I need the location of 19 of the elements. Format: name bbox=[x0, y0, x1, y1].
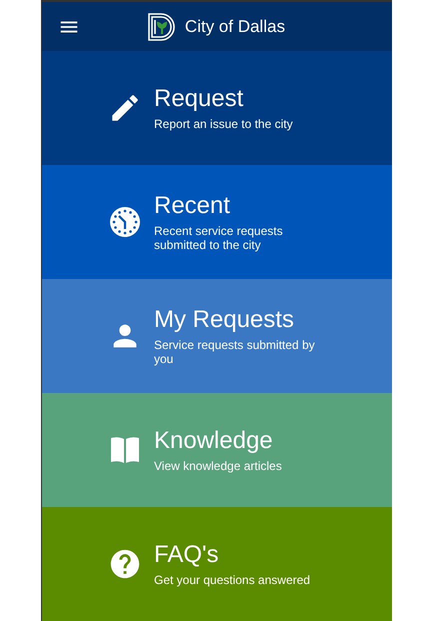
tile-title: My Requests bbox=[154, 306, 296, 334]
menu-tile[interactable]: My Requests Service requests submitted by you bbox=[42, 279, 392, 393]
tile-subtitle: Get your questions answered bbox=[154, 573, 312, 587]
city-logo-icon bbox=[146, 12, 177, 42]
tile-subtitle: View knowledge articles bbox=[154, 459, 283, 473]
tile-subtitle: Service requests submitted by you bbox=[154, 338, 316, 366]
tile-title: FAQ's bbox=[154, 541, 220, 569]
menu-tile[interactable]: Knowledge View knowledge articles bbox=[42, 393, 392, 507]
tile-title: Request bbox=[154, 85, 244, 113]
app-title: City of Dallas bbox=[184, 16, 286, 36]
menu-tile[interactable]: FAQ's Get your questions answered bbox=[42, 507, 392, 621]
menu-tile[interactable]: Request Report an issue to the city bbox=[42, 51, 392, 165]
menu-tile[interactable]: Recent Recent service requests submitted to the city bbox=[42, 165, 392, 279]
clock-icon bbox=[109, 206, 141, 238]
book-icon bbox=[110, 435, 140, 465]
tile-title: Knowledge bbox=[154, 427, 274, 455]
tile-subtitle: Report an issue to the city bbox=[154, 117, 294, 131]
tile-title: Recent bbox=[154, 192, 232, 220]
tile-subtitle: Recent service requests submitted to the city bbox=[154, 224, 284, 252]
